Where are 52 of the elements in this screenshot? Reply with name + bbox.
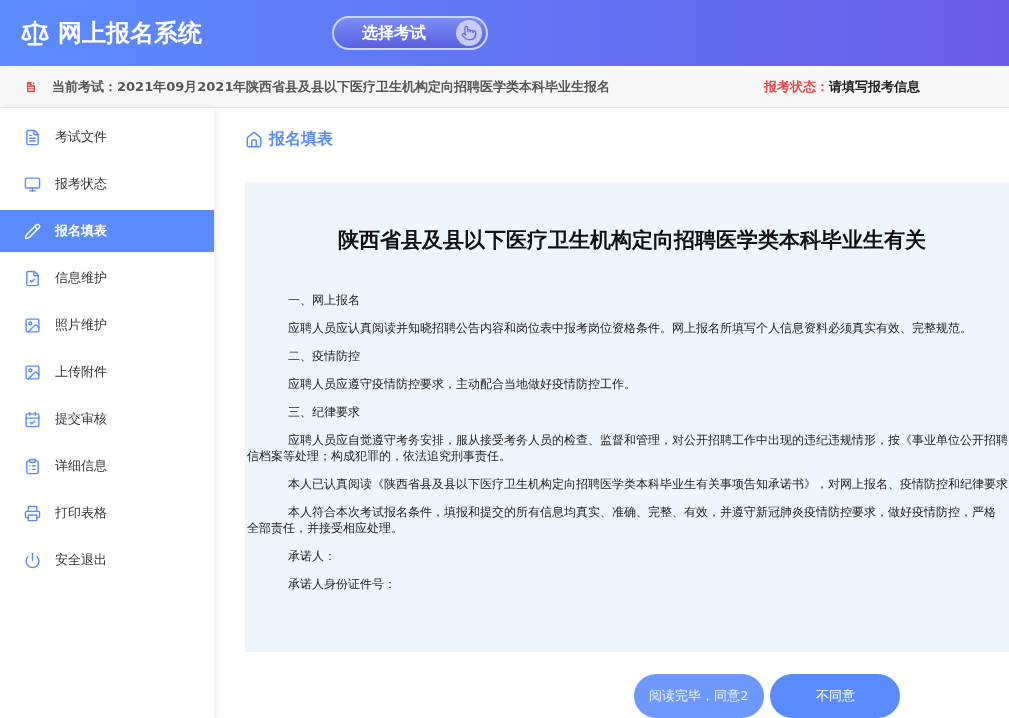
paragraph-line: 信档案等处理；构成犯罪的，依法追究刑事责任。	[246, 448, 512, 465]
pencil-icon	[24, 222, 41, 240]
sidebar-label: 提交审核	[55, 410, 107, 428]
home-icon	[245, 130, 263, 149]
sidebar-label: 详细信息	[55, 457, 107, 475]
document-icon	[24, 128, 41, 146]
status-value: 请填写报考信息	[829, 77, 920, 96]
paragraph-line: 二、疫情防控	[287, 348, 361, 365]
current-exam-text: 当前考试：2021年09月2021年陕西省县及县以下医疗卫生机构定向招聘医学类本科毕业生报名	[52, 77, 611, 96]
paragraph-line: 一、网上报名	[287, 292, 361, 309]
clipboard-icon	[24, 457, 41, 475]
paragraph-line: 本人已认真阅读《陕西省县及县以下医疗卫生机构定向招聘医学类本科毕业生有关事项告知承诺书》，对网上报名、疫情防控和纪律要求	[287, 476, 1009, 493]
paragraph-line: 应聘人员应自觉遵守考务安排，服从接受考务人员的检查、监督和管理，对公开招聘工作中出现的违纪违规情形，按《事业单位公开招聘	[287, 432, 1009, 449]
paragraph-line: 三、纪律要求	[287, 404, 361, 421]
paragraph-line: 全部责任，并接受相应处理。	[246, 520, 404, 537]
sidebar-item[interactable]: 考试文件	[0, 116, 214, 158]
paragraph-line: 应聘人员应遵守疫情防控要求，主动配合当地做好疫情防控工作。	[287, 376, 637, 393]
power-icon	[24, 551, 41, 569]
sidebar-item[interactable]: 详细信息	[0, 445, 214, 487]
document-check-icon	[24, 269, 41, 287]
sidebar-item[interactable]: 信息维护	[0, 257, 214, 299]
document-icon	[24, 79, 38, 94]
sidebar-item[interactable]: 安全退出	[0, 539, 214, 581]
sidebar-item[interactable]: 报考状态	[0, 163, 214, 205]
paragraph-line: 本人符合本次考试报名条件，填报和提交的所有信息均真实、准确、完整、有效，并遵守新冠肺炎疫情防控要求，做好疫情防控，严格	[287, 504, 997, 521]
breadcrumb: 报名填表	[269, 129, 333, 151]
sidebar-label: 报考状态	[55, 175, 107, 193]
sidebar-label: 安全退出	[55, 551, 107, 569]
scale-icon	[20, 18, 50, 48]
paragraph-line: 承诺人身份证件号：	[287, 576, 397, 593]
sidebar-label: 上传附件	[55, 363, 107, 381]
sidebar-item[interactable]: 照片维护	[0, 304, 214, 346]
sidebar-item[interactable]: 提交审核	[0, 398, 214, 440]
sidebar-label: 信息维护	[55, 269, 107, 287]
paragraph-line: 承诺人：	[287, 548, 337, 565]
status-label: 报考状态：	[764, 77, 829, 96]
sidebar-item[interactable]: 打印表格	[0, 492, 214, 534]
document-title: 陕西省县及县以下医疗卫生机构定向招聘医学类本科毕业生有关	[337, 227, 927, 255]
sidebar-label: 照片维护	[55, 316, 107, 334]
sidebar-label: 打印表格	[55, 504, 107, 522]
image-icon	[24, 316, 41, 334]
sidebar-label: 报名填表	[55, 222, 107, 240]
select-exam-button[interactable]: 选择考试	[332, 16, 488, 50]
printer-icon	[24, 504, 41, 522]
paragraph-line: 应聘人员应认真阅读并知晓招聘公告内容和岗位表中报考岗位资格条件。网上报名所填写个人信息资料必须真实有效、完整规范。	[287, 320, 973, 337]
app-title: 网上报名系统	[58, 18, 202, 49]
pointer-icon	[456, 20, 482, 46]
sidebar-label: 考试文件	[55, 128, 107, 146]
calendar-check-icon	[24, 410, 41, 428]
image-icon	[24, 363, 41, 381]
sidebar-item[interactable]: 上传附件	[0, 351, 214, 393]
monitor-icon	[24, 175, 41, 193]
